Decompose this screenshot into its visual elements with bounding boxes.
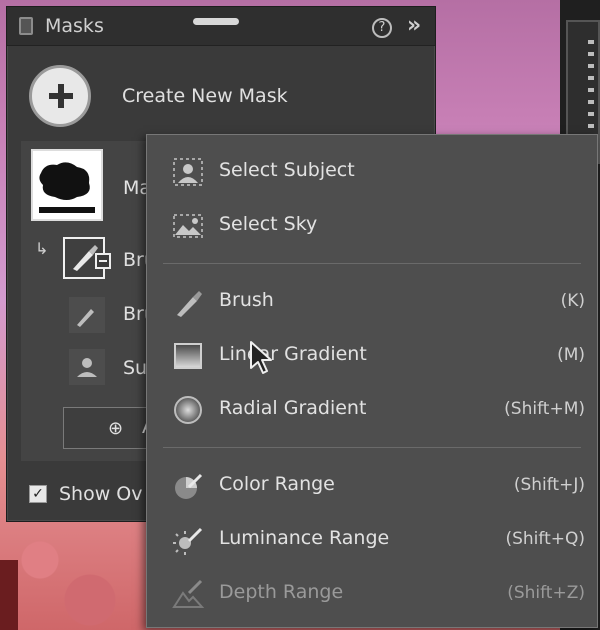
person-icon bbox=[77, 358, 97, 377]
menu-item-label: Depth Range bbox=[219, 581, 344, 603]
menu-item-label: Linear Gradient bbox=[219, 343, 367, 365]
select-subject-icon bbox=[173, 158, 203, 186]
mask-thumbnail[interactable] bbox=[31, 149, 103, 221]
menu-item-select-sky[interactable]: Select Sky bbox=[147, 201, 597, 249]
brush-icon bbox=[177, 291, 202, 317]
luminance-range-icon bbox=[173, 527, 203, 555]
drag-handle[interactable] bbox=[193, 18, 239, 25]
create-new-mask-button[interactable] bbox=[29, 65, 91, 127]
menu-separator bbox=[163, 447, 581, 448]
color-range-icon bbox=[175, 473, 203, 499]
menu-item-shortcut: (Shift+Q) bbox=[505, 529, 585, 549]
mask-shape-icon bbox=[39, 162, 90, 200]
select-sky-icon bbox=[173, 214, 203, 238]
mask-thumbnail-bar bbox=[39, 207, 95, 213]
mouse-cursor-icon bbox=[250, 341, 272, 374]
brush-icon bbox=[77, 309, 94, 327]
menu-separator bbox=[163, 263, 581, 264]
menu-item-shortcut: (Shift+J) bbox=[513, 475, 585, 495]
menu-item-color-range[interactable]: Color Range (Shift+J) bbox=[147, 461, 597, 509]
photo-detail bbox=[0, 560, 18, 630]
menu-item-label: Brush bbox=[219, 289, 274, 311]
panel-header[interactable]: Masks ? » bbox=[7, 7, 435, 46]
menu-item-shortcut: (Shift+Z) bbox=[507, 583, 585, 603]
brush-component-thumbnail[interactable] bbox=[69, 297, 105, 333]
radial-gradient-icon bbox=[174, 396, 202, 424]
menu-item-label: Radial Gradient bbox=[219, 397, 367, 419]
depth-range-icon bbox=[172, 579, 205, 608]
show-overlay-label[interactable]: Show Ov bbox=[59, 483, 143, 505]
menu-item-select-subject[interactable]: Select Subject bbox=[147, 147, 597, 195]
menu-item-label: Color Range bbox=[219, 473, 335, 495]
menu-item-radial-gradient[interactable]: Radial Gradient (Shift+M) bbox=[147, 385, 597, 433]
menu-item-luminance-range[interactable]: Luminance Range (Shift+Q) bbox=[147, 515, 597, 563]
menu-item-brush[interactable]: Brush (K) bbox=[147, 277, 597, 325]
menu-item-shortcut: (Shift+M) bbox=[504, 399, 585, 419]
menu-item-shortcut: (M) bbox=[557, 345, 585, 365]
add-component-icon: ⊕ bbox=[108, 418, 124, 439]
expand-icon[interactable]: » bbox=[407, 13, 421, 38]
menu-item-label: Select Subject bbox=[219, 159, 355, 181]
create-new-mask-label[interactable]: Create New Mask bbox=[122, 85, 288, 107]
subtract-badge-icon[interactable] bbox=[95, 253, 111, 269]
child-arrow-icon: ↳ bbox=[35, 239, 49, 258]
menu-item-label: Luminance Range bbox=[219, 527, 390, 549]
create-mask-menu: Select Subject Select Sky Brush (K) Line… bbox=[146, 134, 598, 628]
subject-component-thumbnail[interactable] bbox=[69, 349, 105, 385]
show-overlay-checkbox[interactable]: ✓ bbox=[29, 485, 47, 503]
menu-item-depth-range: Depth Range (Shift+Z) bbox=[147, 569, 597, 617]
menu-item-shortcut: (K) bbox=[560, 291, 585, 311]
right-filmstrip-marks bbox=[588, 40, 594, 130]
menu-item-linear-gradient[interactable]: Linear Gradient (M) bbox=[147, 331, 597, 379]
menu-item-label: Select Sky bbox=[219, 213, 318, 235]
panel-title: Masks bbox=[45, 15, 104, 37]
panel-toggle-icon[interactable] bbox=[19, 17, 33, 35]
linear-gradient-icon bbox=[174, 343, 202, 369]
help-icon[interactable]: ? bbox=[372, 18, 392, 38]
